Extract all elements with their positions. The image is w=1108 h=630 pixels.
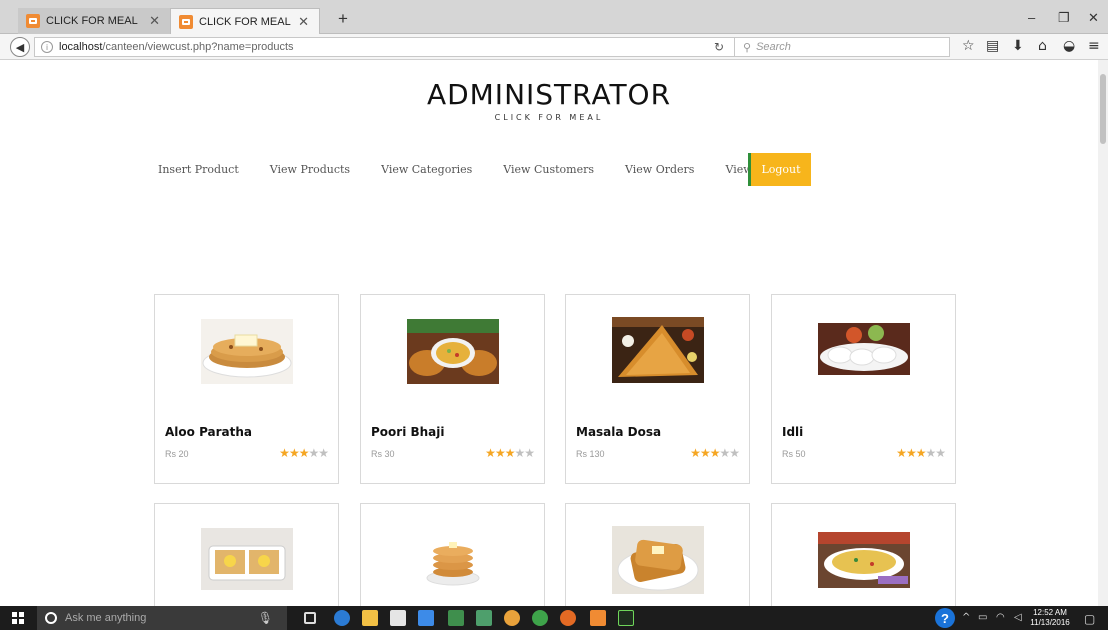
product-image[interactable] — [612, 526, 704, 594]
admin-menu: Insert Product View Products View Catego… — [145, 153, 841, 185]
product-card[interactable]: Idli Rs 50 ★★★★★ — [771, 294, 956, 484]
product-card[interactable]: Masala Dosa Rs 130 ★★★★★ — [565, 294, 750, 484]
menu-view-orders[interactable]: View Orders — [625, 163, 694, 176]
product-card[interactable]: Poori Bhaji Rs 30 ★★★★★ — [360, 294, 545, 484]
browser-tab-1[interactable]: CLICK FOR MEAL ✕ — [18, 8, 170, 34]
store-icon[interactable] — [390, 610, 406, 626]
product-card[interactable] — [771, 503, 956, 606]
clock-date: 11/13/2016 — [1030, 618, 1070, 627]
browser-tab-2[interactable]: CLICK FOR MEAL ✕ — [170, 8, 320, 34]
product-name[interactable]: Masala Dosa — [576, 425, 661, 439]
notifications-icon[interactable]: ▢ — [1084, 612, 1095, 626]
pocket-icon[interactable]: ◒ — [1063, 38, 1075, 54]
site-info-icon[interactable]: i — [41, 41, 53, 53]
reading-list-icon[interactable]: ▤ — [986, 38, 999, 54]
app-green-circle-icon[interactable] — [532, 610, 548, 626]
chrome-icon[interactable] — [504, 610, 520, 626]
rating-stars: ★★★★★ — [279, 446, 329, 460]
site-favicon-icon — [179, 14, 193, 29]
logout-button[interactable]: Logout — [748, 153, 811, 186]
product-name[interactable]: Idli — [782, 425, 803, 439]
close-tab-icon[interactable]: ✕ — [149, 13, 160, 29]
product-image[interactable] — [201, 528, 293, 590]
close-tab-icon[interactable]: ✕ — [298, 14, 309, 30]
menu-view-customers[interactable]: View Customers — [503, 163, 594, 176]
tab-label: CLICK FOR MEAL — [199, 15, 291, 28]
bookmark-star-icon[interactable]: ☆ — [962, 38, 975, 54]
page-subtitle: CLICK FOR MEAL — [494, 113, 604, 122]
wifi-icon[interactable]: ◠ — [996, 612, 1005, 623]
product-price: Rs 130 — [576, 449, 605, 459]
product-card[interactable] — [154, 503, 339, 606]
back-arrow-icon[interactable]: ◀ — [10, 37, 30, 57]
product-card[interactable]: Aloo Paratha Rs 20 ★★★★★ — [154, 294, 339, 484]
menu-view-products[interactable]: View Products — [270, 163, 350, 176]
dreamweaver-icon[interactable] — [618, 610, 634, 626]
windows-start-icon[interactable] — [12, 612, 24, 624]
edge-browser-icon[interactable] — [334, 610, 350, 626]
cortana-placeholder: Ask me anything — [65, 612, 147, 624]
url-path: /canteen/viewcust.php?name=products — [102, 41, 294, 53]
click-for-meal-app-icon[interactable] — [590, 610, 606, 626]
windows-taskbar: Ask me anything 🎙 ? ^ ▭ ◠ ◁ 12:52 AM 11/… — [0, 606, 1108, 630]
new-tab-button[interactable]: + — [338, 9, 348, 29]
dropbox-icon[interactable] — [418, 610, 434, 626]
home-icon[interactable]: ⌂ — [1038, 38, 1047, 54]
firefox-icon[interactable] — [560, 610, 576, 626]
product-image[interactable] — [818, 532, 910, 588]
clock-time: 12:52 AM — [1033, 608, 1067, 617]
page-scrollbar[interactable] — [1098, 60, 1108, 606]
microphone-icon[interactable]: 🎙 — [258, 611, 273, 625]
product-price: Rs 30 — [371, 449, 395, 459]
product-price: Rs 50 — [782, 449, 806, 459]
volume-icon[interactable]: ◁ — [1014, 612, 1022, 623]
menu-insert-product[interactable]: Insert Product — [158, 163, 239, 176]
rating-stars: ★★★★★ — [690, 446, 740, 460]
product-image-masala-dosa[interactable] — [612, 317, 704, 383]
reload-icon[interactable]: ↻ — [714, 40, 724, 54]
file-explorer-icon[interactable] — [362, 610, 378, 626]
cortana-icon — [45, 612, 57, 624]
browser-search-input[interactable]: ⚲ Search — [734, 37, 950, 57]
task-view-icon[interactable] — [304, 612, 316, 624]
browser-nav-bar: ◀ i localhost/canteen/viewcust.php?name=… — [0, 34, 1108, 60]
product-name[interactable]: Poori Bhaji — [371, 425, 445, 439]
site-favicon-icon — [26, 14, 40, 28]
product-card[interactable] — [360, 503, 545, 606]
product-image[interactable] — [407, 532, 499, 590]
search-placeholder: Search — [756, 41, 791, 53]
help-icon[interactable]: ? — [935, 608, 955, 628]
browser-tab-strip: CLICK FOR MEAL ✕ CLICK FOR MEAL ✕ + – ❐ … — [0, 0, 1108, 34]
app-teal-icon[interactable] — [476, 610, 492, 626]
battery-icon[interactable]: ▭ — [978, 612, 987, 623]
product-image-aloo-paratha[interactable] — [201, 319, 293, 384]
minimize-button[interactable]: – — [1028, 10, 1035, 25]
product-image-poori-bhaji[interactable] — [407, 319, 499, 384]
product-card[interactable] — [565, 503, 750, 606]
product-name[interactable]: Aloo Paratha — [165, 425, 252, 439]
restore-button[interactable]: ❐ — [1058, 10, 1070, 26]
tab-label: CLICK FOR MEAL — [46, 15, 138, 27]
chevron-up-icon[interactable]: ^ — [962, 612, 970, 623]
menu-hamburger-icon[interactable]: ≡ — [1088, 38, 1100, 54]
rating-stars: ★★★★★ — [485, 446, 535, 460]
product-price: Rs 20 — [165, 449, 189, 459]
taskbar-clock[interactable]: 12:52 AM 11/13/2016 — [1030, 608, 1070, 628]
rating-stars: ★★★★★ — [896, 446, 946, 460]
download-icon[interactable]: ⬇ — [1012, 38, 1024, 54]
url-host: localhost — [59, 41, 103, 53]
address-bar[interactable]: i localhost/canteen/viewcust.php?name=pr… — [34, 37, 734, 57]
close-window-button[interactable]: ✕ — [1088, 10, 1099, 26]
search-icon: ⚲ — [743, 41, 752, 54]
page-title: ADMINISTRATOR — [426, 78, 672, 111]
product-image-idli[interactable] — [818, 323, 910, 375]
cortana-search-input[interactable]: Ask me anything 🎙 — [37, 606, 287, 630]
scrollbar-thumb[interactable] — [1100, 74, 1106, 144]
app-green-icon[interactable] — [448, 610, 464, 626]
menu-view-categories[interactable]: View Categories — [381, 163, 472, 176]
